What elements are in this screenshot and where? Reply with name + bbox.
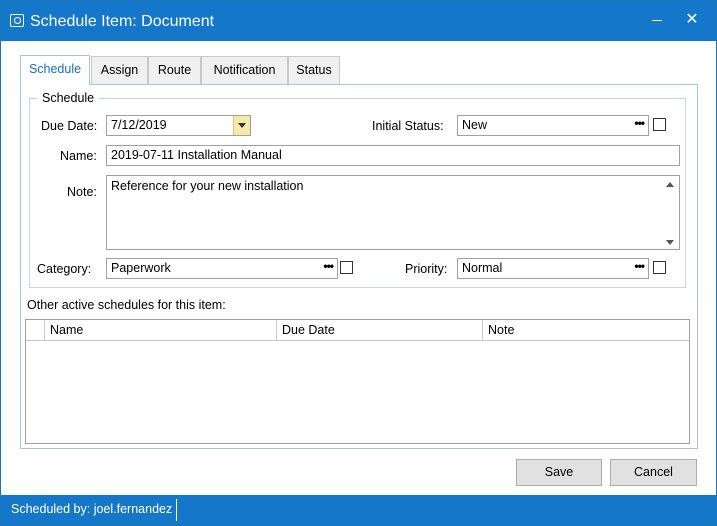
category-field[interactable]: Paperwork •••: [106, 258, 338, 279]
other-schedules-grid[interactable]: Name Due Date Note: [25, 319, 690, 444]
due-date-label: Due Date:: [41, 119, 98, 133]
scheduled-by-text: Scheduled by: joel.fernandez: [11, 502, 173, 516]
due-date-field[interactable]: 7/12/2019: [106, 115, 251, 136]
category-value: Paperwork: [111, 261, 171, 275]
other-schedules-label: Other active schedules for this item:: [27, 298, 226, 312]
initial-status-label: Initial Status:: [372, 119, 444, 133]
cancel-button[interactable]: Cancel: [610, 459, 697, 486]
schedule-group-label: Schedule: [38, 91, 99, 105]
note-value: Reference for your new installation: [111, 179, 304, 193]
schedule-item-window: Schedule Item: Document ✕ Schedule Assig…: [0, 0, 717, 526]
priority-label: Priority:: [405, 262, 448, 276]
scroll-up-icon[interactable]: [666, 182, 674, 187]
due-date-value: 7/12/2019: [111, 118, 167, 132]
category-checkbox[interactable]: [340, 261, 353, 274]
scroll-down-icon[interactable]: [666, 240, 674, 245]
column-header-name[interactable]: Name: [45, 320, 277, 341]
grid-header: Name Due Date Note: [26, 320, 689, 341]
ellipsis-icon[interactable]: •••: [634, 259, 645, 273]
initial-status-checkbox[interactable]: [653, 118, 666, 131]
initial-status-field[interactable]: New •••: [457, 115, 649, 136]
note-label: Note:: [67, 185, 97, 199]
schedule-groupbox: Schedule Due Date: 7/12/2019 Initial Sta…: [29, 91, 686, 288]
initial-status-value: New: [462, 118, 488, 132]
tab-status[interactable]: Status: [288, 56, 340, 84]
category-label: Category:: [37, 262, 92, 276]
title-bar: Schedule Item: Document ✕: [1, 1, 716, 41]
minimize-icon[interactable]: [652, 20, 662, 21]
tab-schedule[interactable]: Schedule: [20, 55, 90, 85]
tab-assign[interactable]: Assign: [91, 56, 148, 84]
priority-checkbox[interactable]: [653, 261, 666, 274]
chevron-down-icon[interactable]: [233, 116, 250, 135]
camera-icon: [10, 14, 24, 27]
column-header-due-date[interactable]: Due Date: [277, 320, 483, 341]
row-selector-header: [26, 320, 45, 341]
schedule-tab-panel: Schedule Due Date: 7/12/2019 Initial Sta…: [20, 84, 698, 449]
priority-value: Normal: [462, 261, 503, 275]
name-value: 2019-07-11 Installation Manual: [111, 148, 282, 162]
status-bar: Scheduled by: joel.fernandez: [1, 495, 716, 525]
note-textarea[interactable]: Reference for your new installation: [106, 175, 680, 250]
ellipsis-icon[interactable]: •••: [634, 116, 645, 130]
window-title: Schedule Item: Document: [30, 13, 215, 30]
name-label: Name:: [60, 149, 97, 163]
status-bar-separator: [176, 499, 177, 521]
priority-field[interactable]: Normal •••: [457, 258, 649, 279]
tab-notification[interactable]: Notification: [201, 56, 288, 84]
tab-route[interactable]: Route: [148, 56, 201, 84]
column-header-note[interactable]: Note: [483, 320, 689, 341]
save-button[interactable]: Save: [516, 459, 602, 486]
name-field[interactable]: 2019-07-11 Installation Manual: [106, 145, 680, 166]
close-icon[interactable]: ✕: [683, 11, 701, 29]
ellipsis-icon[interactable]: •••: [323, 259, 334, 273]
